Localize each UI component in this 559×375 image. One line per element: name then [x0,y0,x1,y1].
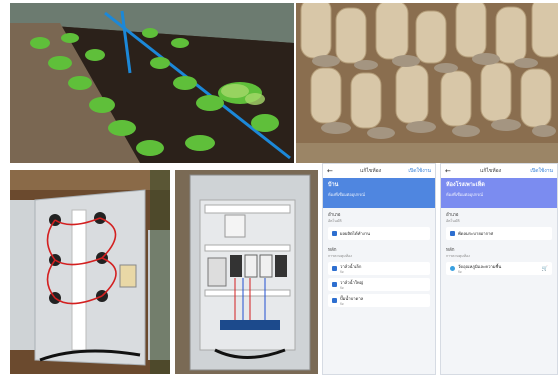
valve-icon [332,266,337,271]
wifi-icon [450,266,455,271]
section-auto: อำเภอ อัตโนมัติ [441,208,557,224]
valve-icon [332,282,337,287]
room-hero: บ้าน ห้องที่เชื่อมต่ออุปกรณ์ [323,178,435,208]
fan-icon [450,231,455,236]
device-status: ปิด [340,269,344,274]
device-label: วาล์วน้ำเล็ก [340,263,362,269]
device-label: วัดอุณหภูมิและความชื้น [458,263,502,269]
room-title: บ้าน [328,182,339,188]
device-label: วาล์วน้ำใหญ่ [340,279,364,285]
device-status: ปิด [458,269,462,274]
section-auto-sub: อัตโนมัติ [446,219,460,223]
phone-top-bar: ← แก้ไขห้อง เปิดใช้งาน [323,164,435,178]
device-row[interactable]: วัดอุณหภูมิและความชื้น ปิด 🛒 [446,262,552,275]
back-arrow-icon[interactable]: ← [445,167,451,175]
enable-link[interactable]: เปิดใช้งาน [408,167,431,175]
device-status: ปิด [340,285,344,290]
section-auto-sub: อัตโนมัติ [328,219,342,223]
room-hero: ห้องโรงเพาะเห็ด ห้องที่เชื่อมต่ออุปกรณ์ [441,178,557,208]
back-arrow-icon[interactable]: ← [327,167,333,175]
device-row[interactable]: พัดลมระบายอากาศ [446,227,552,240]
room-title: ห้องโรงเพาะเห็ด [446,182,485,188]
top-title: แก้ไขห้อง [480,168,502,174]
phone-top-bar: ← แก้ไขห้อง เปิดใช้งาน [441,164,557,178]
section-auto-title: อำเภอ [446,213,459,218]
device-row[interactable]: ปั๊มน้ำบาดาล ปิด [328,294,430,307]
photo-lettuce-bed [10,3,294,163]
device-label: ผลผลิตได้ทำงาน [340,231,370,236]
photo-mushroom-bags [296,3,558,163]
photo-control-cabinet-inside [175,170,318,374]
section-main-title: หลัก [446,248,455,253]
section-main-sub: การควบคุมห้อง [446,254,470,258]
device-icon [332,231,337,236]
top-title: แก้ไขห้อง [360,168,382,174]
phone-screen-mushroom: ← แก้ไขห้อง เปิดใช้งาน ห้องโรงเพาะเห็ด ห… [440,163,558,375]
pump-icon [332,298,337,303]
section-main-title: หลัก [328,248,337,253]
room-subtitle: ห้องที่เชื่อมต่ออุปกรณ์ [446,192,483,197]
device-status: ปิด [340,301,344,306]
section-main: หลัก การควบคุมห้อง [323,243,435,259]
section-auto-title: อำเภอ [328,213,341,218]
cart-icon[interactable]: 🛒 [542,266,548,272]
device-row[interactable]: วาล์วน้ำเล็ก ปิด [328,262,430,275]
phone-screen-home: ← แก้ไขห้อง เปิดใช้งาน บ้าน ห้องที่เชื่อ… [322,163,436,375]
section-main: หลัก การควบคุมห้อง [441,243,557,259]
section-main-sub: การควบคุมห้อง [328,254,352,258]
room-subtitle: ห้องที่เชื่อมต่ออุปกรณ์ [328,192,365,197]
enable-link[interactable]: เปิดใช้งาน [530,167,553,175]
device-label: ปั๊มน้ำบาดาล [340,295,364,301]
device-label: พัดลมระบายอากาศ [458,231,494,236]
section-auto: อำเภอ อัตโนมัติ [323,208,435,224]
device-row[interactable]: ผลผลิตได้ทำงาน [328,227,430,240]
photo-control-cabinet-open [10,170,170,374]
device-row[interactable]: วาล์วน้ำใหญ่ ปิด [328,278,430,291]
